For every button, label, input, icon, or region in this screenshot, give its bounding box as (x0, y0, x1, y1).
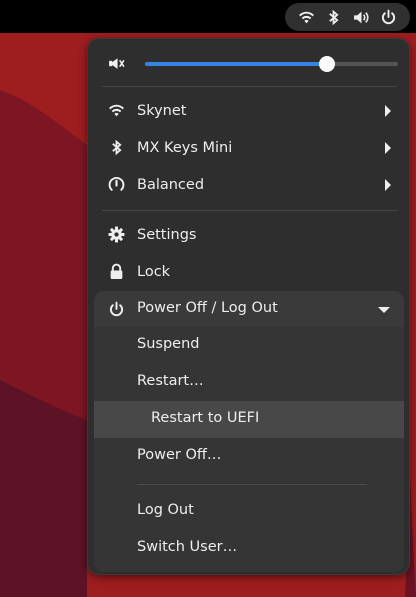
power-icon (108, 301, 125, 318)
volume-slider-knob[interactable] (319, 56, 336, 72)
lock-label: Lock (137, 263, 171, 280)
lock-item[interactable]: Lock (96, 253, 403, 290)
chevron-down-icon (378, 307, 390, 313)
separator (137, 484, 367, 485)
wifi-icon (298, 8, 316, 26)
chevron-right-icon (385, 105, 391, 117)
switch-user-item[interactable]: Switch User… (94, 530, 404, 567)
separator (102, 86, 397, 87)
power-off-logout-section: Power Off / Log Out Suspend Restart… Res… (94, 291, 404, 572)
bluetooth-icon (325, 8, 343, 26)
volume-slider-fill (145, 62, 328, 66)
power-profile-label: Balanced (137, 176, 205, 193)
restart-to-uefi-label: Restart to UEFI (151, 410, 260, 426)
log-out-item[interactable]: Log Out (94, 493, 404, 530)
top-bar (0, 0, 416, 33)
suspend-item[interactable]: Suspend (94, 327, 404, 364)
network-label: Skynet (137, 102, 187, 119)
bluetooth-icon (108, 139, 125, 156)
network-item[interactable]: Skynet (96, 92, 403, 129)
power-profile-item[interactable]: Balanced (96, 166, 403, 203)
wifi-icon (108, 102, 125, 119)
power-off-label: Power Off… (137, 447, 222, 463)
power-icon (379, 8, 397, 26)
volume-muted-icon[interactable] (108, 55, 125, 72)
lock-icon (108, 263, 125, 280)
suspend-label: Suspend (137, 336, 200, 352)
chevron-right-icon (385, 179, 391, 191)
gear-icon (108, 226, 125, 243)
system-tray-button[interactable] (285, 3, 410, 31)
power-off-item[interactable]: Power Off… (94, 438, 404, 475)
bluetooth-item[interactable]: MX Keys Mini (96, 129, 403, 166)
log-out-label: Log Out (137, 502, 194, 518)
bluetooth-label: MX Keys Mini (137, 139, 233, 156)
power-profile-icon (108, 176, 125, 193)
volume-icon (352, 8, 370, 26)
system-menu: Skynet MX Keys Mini Balanced Settings Lo… (87, 38, 410, 575)
separator (102, 210, 397, 211)
volume-slider-row (96, 47, 403, 80)
restart-item[interactable]: Restart… (94, 364, 404, 401)
power-off-logout-toggle[interactable]: Power Off / Log Out (94, 291, 404, 327)
power-off-logout-label: Power Off / Log Out (137, 300, 278, 316)
settings-item[interactable]: Settings (96, 216, 403, 253)
power-submenu: Suspend Restart… Restart to UEFI Power O… (94, 327, 404, 572)
restart-label: Restart… (137, 373, 204, 389)
settings-label: Settings (137, 226, 197, 243)
volume-slider[interactable] (145, 56, 398, 72)
restart-to-uefi-item[interactable]: Restart to UEFI (94, 401, 404, 438)
chevron-right-icon (385, 142, 391, 154)
switch-user-label: Switch User… (137, 539, 238, 555)
